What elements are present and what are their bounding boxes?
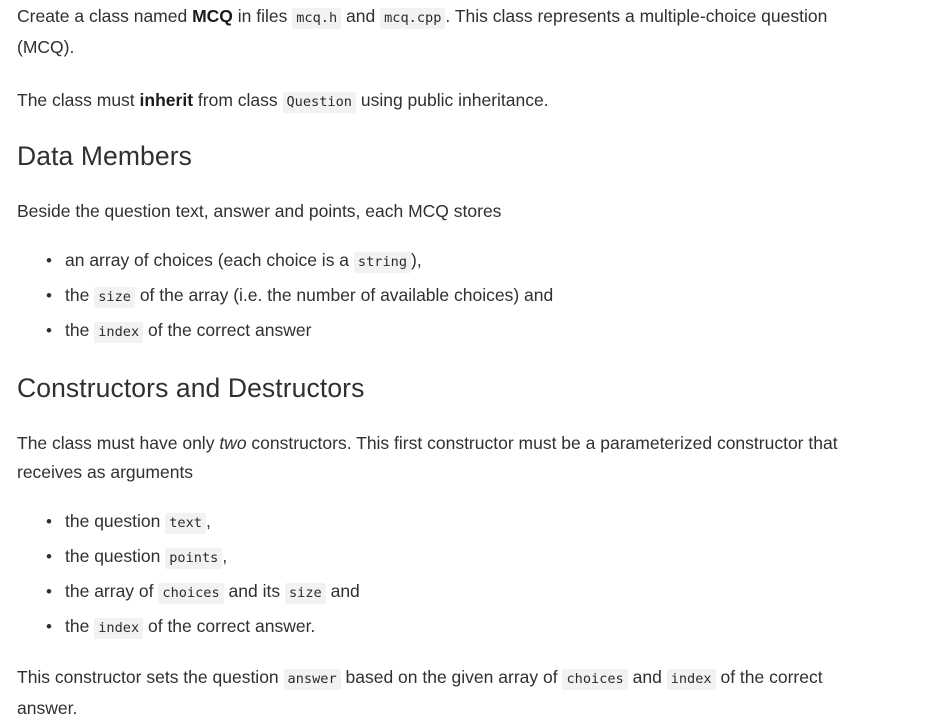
vertical-spacer — [17, 645, 878, 663]
inline-code: index — [94, 322, 144, 343]
text-run: of the array (i.e. the number of availab… — [134, 285, 554, 305]
constructors-intro: The class must have only two constructor… — [17, 429, 877, 487]
data-members-heading: Data Members — [17, 141, 192, 171]
text-run: and — [341, 6, 381, 26]
text-run: and — [627, 667, 667, 687]
text-run: , — [222, 546, 228, 566]
inline-code: mcq.cpp — [380, 8, 446, 29]
inline-code: index — [94, 618, 144, 639]
text-run: and — [325, 581, 360, 601]
text-run: The class must — [17, 90, 140, 110]
bold-text: inherit — [139, 90, 194, 110]
text-run: ), — [411, 250, 422, 270]
text-run: an array of choices (each choice is a — [65, 250, 354, 270]
list-item: the array of choices and its size and — [46, 575, 878, 610]
inline-code: choices — [562, 669, 628, 690]
vertical-spacer — [17, 487, 878, 505]
text-run: of the correct answer. — [143, 616, 316, 636]
inline-code: index — [666, 669, 716, 690]
inline-code: Question — [282, 92, 356, 113]
text-run: the question — [65, 546, 166, 566]
vertical-spacer — [17, 349, 878, 371]
text-run: Beside the question text, answer and poi… — [17, 201, 502, 221]
text-run: and its — [223, 581, 285, 601]
text-run: the — [65, 285, 95, 305]
text-run: the — [65, 616, 95, 636]
inline-code: string — [353, 252, 412, 273]
list-item: the question text, — [46, 505, 878, 540]
constructors-heading: Constructors and Destructors — [17, 373, 365, 403]
text-run: , — [205, 511, 211, 531]
vertical-spacer — [17, 405, 878, 429]
text-run: The class must have only — [17, 433, 220, 453]
inline-code: size — [284, 583, 326, 604]
text-run: of the correct answer — [143, 320, 312, 340]
text-run: in files — [232, 6, 293, 26]
inline-code: size — [94, 287, 135, 308]
italic-text: two — [219, 433, 247, 453]
text-run: using public inheritance. — [355, 90, 549, 110]
text-run: the — [65, 320, 95, 340]
intro-paragraph: Create a class named MCQ in files mcq.h … — [17, 2, 877, 62]
inline-code: text — [165, 513, 206, 534]
text-run: from class — [193, 90, 283, 110]
text-run: This constructor sets the question — [17, 667, 284, 687]
list-item: the index of the correct answer. — [46, 610, 878, 645]
constructor-args-list: the question text,the question points,th… — [17, 505, 878, 645]
inline-code: answer — [283, 669, 341, 690]
vertical-spacer — [17, 226, 878, 244]
assignment-document: Create a class named MCQ in files mcq.h … — [0, 0, 938, 723]
inline-code: choices — [158, 583, 224, 604]
inline-code: mcq.h — [292, 8, 342, 29]
data-members-list: an array of choices (each choice is a st… — [17, 244, 878, 349]
vertical-spacer — [17, 117, 878, 139]
text-run: based on the given array of — [340, 667, 563, 687]
list-item: the size of the array (i.e. the number o… — [46, 279, 878, 314]
vertical-spacer — [17, 62, 878, 86]
text-run: the array of — [65, 581, 159, 601]
bold-text: MCQ — [192, 6, 233, 26]
list-item: the question points, — [46, 540, 878, 575]
text-run: the question — [65, 511, 166, 531]
data-members-intro: Beside the question text, answer and poi… — [17, 197, 877, 226]
inheritance-paragraph: The class must inherit from class Questi… — [17, 86, 877, 117]
inline-code: points — [165, 548, 223, 569]
list-item: the index of the correct answer — [46, 314, 878, 349]
vertical-spacer — [17, 173, 878, 197]
constructor-answer-paragraph: This constructor sets the question answe… — [17, 663, 877, 723]
list-item: an array of choices (each choice is a st… — [46, 244, 878, 279]
text-run: Create a class named — [17, 6, 193, 26]
